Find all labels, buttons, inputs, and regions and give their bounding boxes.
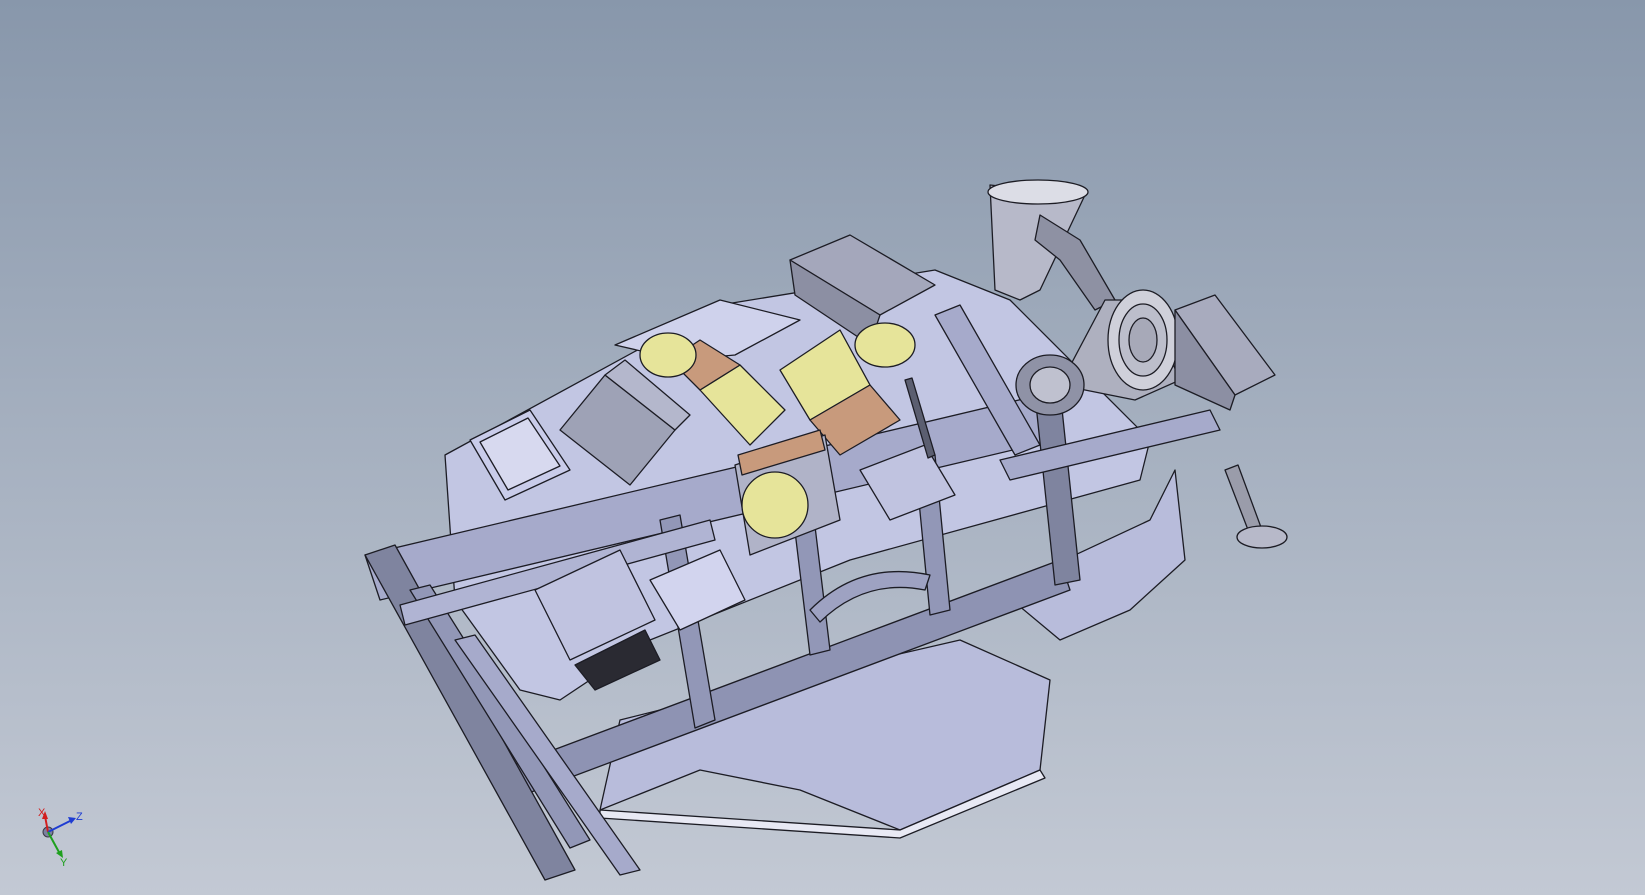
horn-antenna-2-ring-inner xyxy=(1128,317,1158,363)
triad-y-axis xyxy=(47,831,61,855)
assembly-model[interactable] xyxy=(0,0,1645,895)
triad-x-label: X xyxy=(38,808,46,819)
horn-antenna-1-mouth xyxy=(987,179,1089,205)
deck-arc-element xyxy=(809,570,931,623)
triad-z-axis xyxy=(47,819,73,833)
view-orientation-triad: X Z Y xyxy=(38,808,83,869)
support-mast-flange xyxy=(1236,525,1288,549)
triad-z-label: Z xyxy=(76,811,83,823)
instrument-2-lens xyxy=(854,322,916,368)
central-gimbal-inner xyxy=(1029,366,1071,404)
instrument-3-lens xyxy=(741,471,809,539)
instrument-1-lens xyxy=(639,332,697,378)
triad-y-label: Y xyxy=(60,857,68,869)
graphics-viewport[interactable]: X Z Y xyxy=(0,0,1645,895)
support-mast xyxy=(1224,464,1263,536)
